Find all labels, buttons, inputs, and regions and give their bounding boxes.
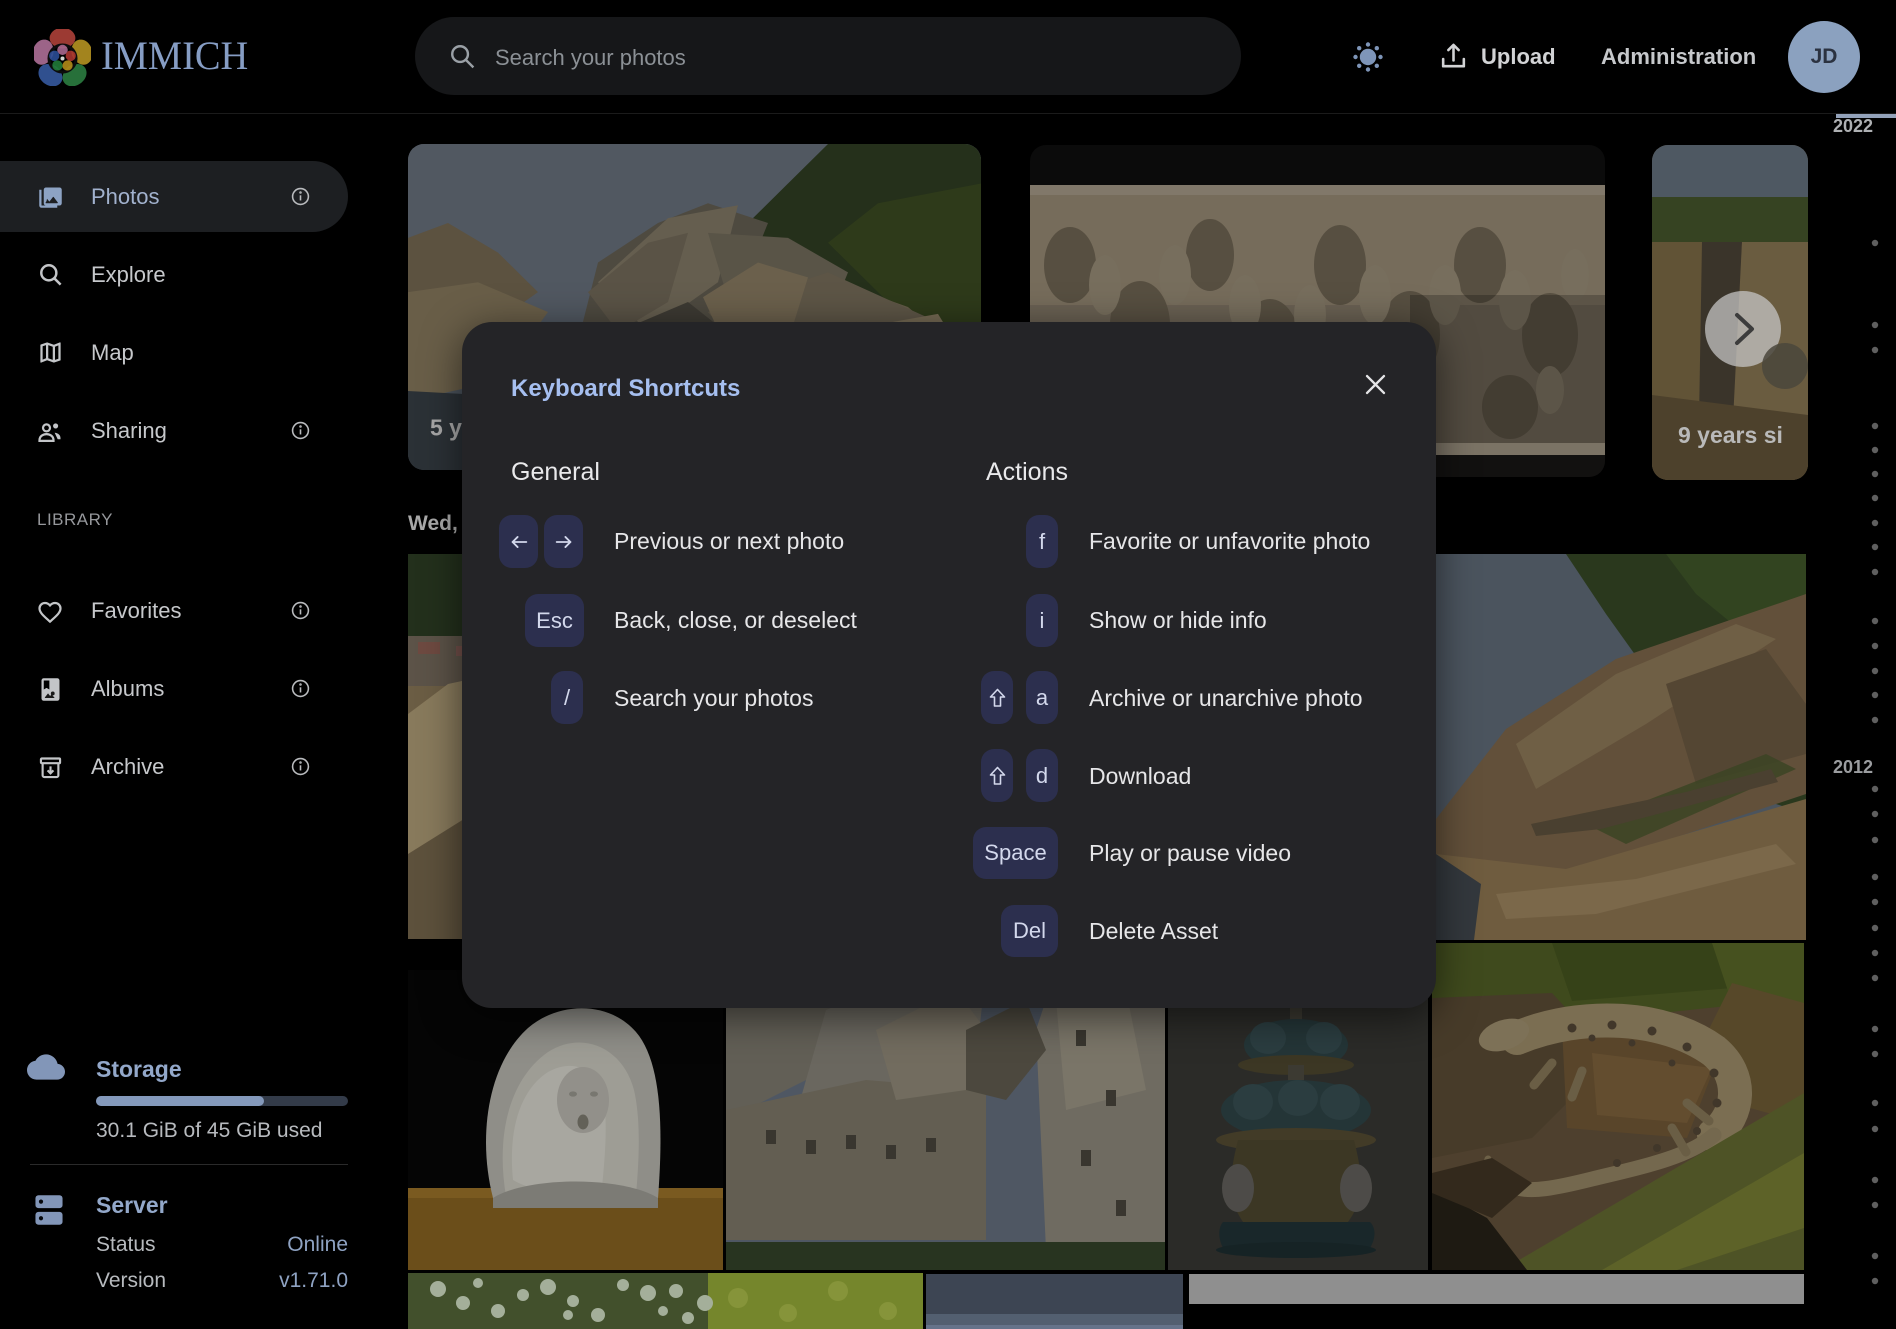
svg-text:5 y: 5 y xyxy=(430,415,462,441)
svg-text:9 years si: 9 years si xyxy=(1678,422,1783,448)
